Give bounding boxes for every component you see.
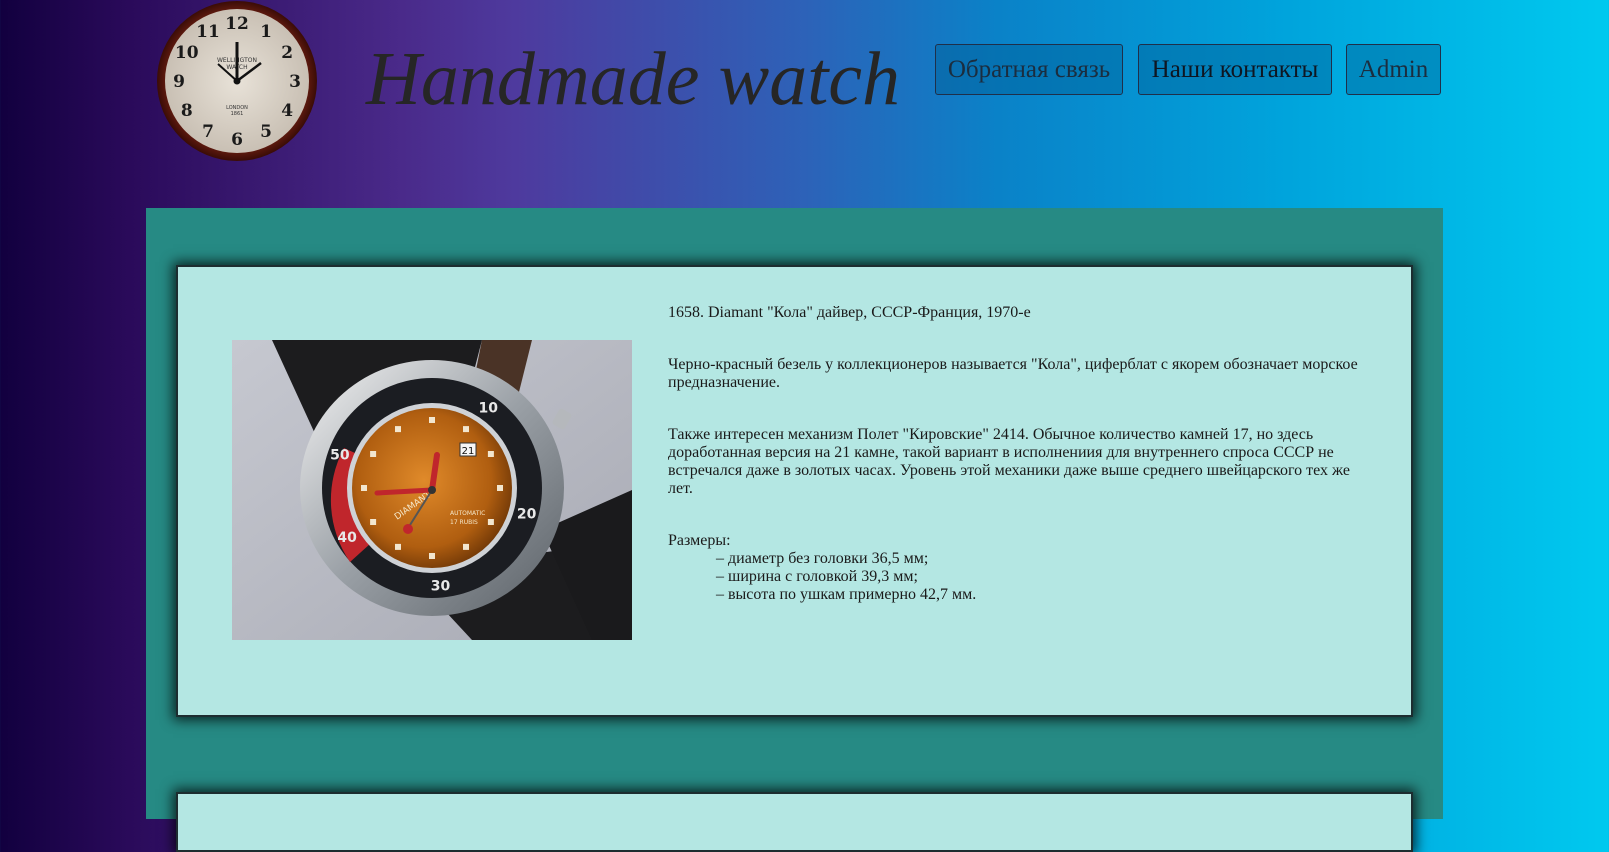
product-paragraph-1: Черно-красный безель у коллекционеров на… (668, 356, 1358, 391)
size-item: – диаметр без головки 36,5 мм; (716, 550, 929, 567)
dial-marker (395, 426, 401, 433)
dial-marker (429, 553, 435, 559)
site-title: Handmade watch (366, 37, 901, 121)
bezel-label: 40 (337, 530, 357, 546)
clock-logo[interactable]: 121234567891011 WELLINGTON WATCH LONDON … (156, 0, 318, 162)
svg-text:AUTOMATIC: AUTOMATIC (450, 510, 485, 517)
clock-numeral: 12 (225, 14, 249, 34)
dial-marker (395, 543, 401, 550)
svg-text:21: 21 (462, 446, 475, 457)
bezel-label: 20 (517, 506, 537, 522)
product-list-section: 10 20 30 40 50 21 DIAMANT AUTOMATIC 17 RUBIS… (146, 208, 1443, 852)
dial-marker (429, 417, 435, 423)
product-card (176, 792, 1413, 852)
contacts-button[interactable]: Наши контакты (1138, 44, 1332, 95)
clock-numeral: 9 (173, 72, 185, 92)
dial-marker (487, 451, 494, 457)
product-image[interactable]: 1020304050 21 DIAMANT AUTOMATIC 17 RUBIS (232, 340, 632, 640)
dial-marker (487, 519, 494, 525)
clock-numeral: 7 (202, 122, 214, 142)
svg-text:1861: 1861 (231, 111, 244, 117)
dial-marker (370, 519, 377, 525)
product-description: 1658. Diamant "Кола" дайвер, СССР-Франци… (668, 304, 1368, 604)
svg-text:17 RUBIS: 17 RUBIS (450, 519, 478, 526)
product-paragraph-2: Также интересен механизм Полет "Кировски… (668, 426, 1350, 497)
clock-numeral: 5 (260, 122, 272, 142)
dial-marker (463, 543, 469, 550)
clock-numeral: 8 (181, 101, 193, 121)
clock-numeral: 1 (260, 22, 272, 42)
size-item: – высота по ушкам примерно 42,7 мм. (716, 586, 977, 603)
clock-numeral: 2 (281, 43, 293, 63)
dial-marker (463, 426, 469, 433)
clock-numeral: 3 (289, 72, 301, 92)
clock-numeral: 6 (231, 130, 243, 150)
feedback-button[interactable]: Обратная связь (935, 44, 1123, 95)
dial-marker (370, 451, 377, 457)
clock-numeral: 11 (196, 22, 220, 42)
dial-marker (361, 485, 367, 491)
sizes-label: Размеры: (668, 532, 731, 549)
admin-button[interactable]: Admin (1346, 44, 1441, 95)
dial-marker (497, 485, 503, 491)
clock-numeral: 4 (281, 101, 293, 121)
size-item: – ширина с головкой 39,3 мм; (716, 568, 918, 585)
site-header: 121234567891011 WELLINGTON WATCH LONDON … (0, 0, 1609, 208)
clock-numeral: 10 (175, 43, 199, 63)
bezel-label: 10 (478, 401, 498, 417)
product-title: 1658. Diamant "Кола" дайвер, СССР-Франци… (668, 304, 1031, 321)
product-card: 10 20 30 40 50 21 DIAMANT AUTOMATIC 17 RUBIS… (176, 265, 1413, 717)
bezel-label: 50 (330, 447, 350, 463)
bezel-label: 30 (431, 579, 451, 595)
